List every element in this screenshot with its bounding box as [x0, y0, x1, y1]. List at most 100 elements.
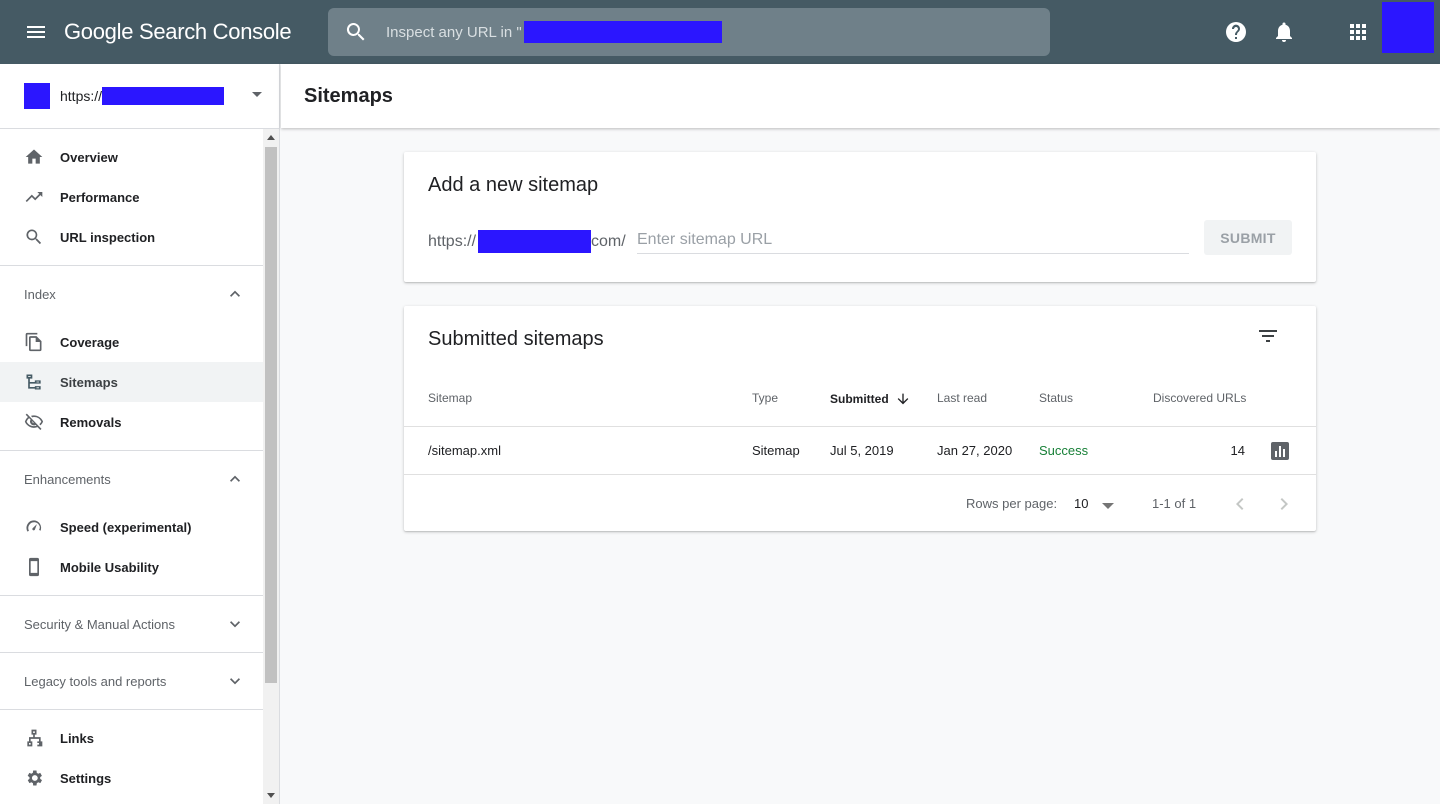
sidebar-item-performance[interactable]: Performance [0, 177, 263, 217]
sidebar-item-label: Speed (experimental) [60, 519, 192, 535]
chevron-down-icon[interactable] [1102, 503, 1114, 509]
nav-group-bottom: Links Settings [0, 710, 263, 804]
hamburger-menu-icon [27, 26, 45, 38]
sidebar-item-removals[interactable]: Removals [0, 402, 263, 442]
search-placeholder-text: Inspect any URL in " [386, 23, 522, 41]
speedometer-icon [26, 520, 42, 532]
rows-per-page-select[interactable]: 10 [1074, 496, 1088, 511]
property-url: https:// [60, 87, 225, 105]
property-dropdown-arrow-icon[interactable] [252, 92, 262, 97]
chevron-right-icon [1280, 498, 1288, 510]
column-header-submitted[interactable]: Submitted [830, 391, 911, 407]
sidebar-item-label: Removals [60, 414, 122, 430]
sidebar-item-settings[interactable]: Settings [0, 758, 263, 798]
sidebar-item-mobile-usability[interactable]: Mobile Usability [0, 547, 263, 587]
sidebar-item-sitemaps[interactable]: Sitemaps [0, 362, 263, 402]
gear-icon [27, 770, 42, 786]
sidebar-item-coverage[interactable]: Coverage [0, 322, 263, 362]
sitemap-prefix-end: com/ [591, 232, 626, 250]
search-placeholder: Inspect any URL in " [386, 21, 722, 43]
help-icon [1226, 22, 1246, 42]
rows-per-page-label: Rows per page: [966, 496, 1058, 511]
sitemap-icon [26, 374, 41, 390]
nav-group-enhancements: Enhancements Speed (experimental) Mobile… [0, 451, 263, 595]
submitted-sitemaps-title: Submitted sitemaps [428, 328, 604, 350]
top-app-bar: Google Search Console Inspect any URL in… [0, 0, 1440, 64]
previous-page-button[interactable] [1228, 492, 1252, 516]
page-header: Sitemaps [281, 64, 1440, 128]
chevron-up-icon [230, 475, 240, 482]
help-button[interactable] [1224, 0, 1248, 64]
sidebar-item-label: Links [60, 730, 94, 746]
section-header-legacy[interactable]: Legacy tools and reports [0, 653, 263, 709]
sitemap-url-input[interactable] [637, 226, 1189, 254]
section-header-index[interactable]: Index [0, 266, 263, 322]
sidebar-item-label: Overview [60, 149, 118, 165]
eye-off-icon [24, 413, 44, 430]
sidebar-nav: Overview Performance URL inspection Inde… [0, 129, 263, 804]
column-header-status[interactable]: Status [1039, 391, 1073, 405]
sidebar-item-url-inspection[interactable]: URL inspection [0, 217, 263, 257]
filter-button[interactable] [1256, 324, 1280, 348]
arrow-down-icon [897, 393, 909, 405]
redacted-property [102, 87, 225, 105]
property-favicon [24, 83, 50, 109]
sitemap-url-prefix: https:// com/ [428, 230, 626, 253]
phone-icon [29, 557, 39, 577]
section-header-enhancements[interactable]: Enhancements [0, 451, 263, 507]
scrollbar-thumb[interactable] [265, 147, 277, 683]
submitted-sitemaps-card: Submitted sitemaps Sitemap Type Submitte… [404, 306, 1316, 531]
section-header-label: Enhancements [24, 471, 111, 487]
sidebar-item-label: Coverage [60, 334, 120, 350]
chevron-up-icon [230, 290, 240, 297]
divider [404, 474, 1316, 475]
section-header-label: Legacy tools and reports [24, 673, 167, 689]
apps-button[interactable] [1346, 0, 1370, 64]
search-icon [346, 23, 365, 41]
cell-submitted: Jul 5, 2019 [830, 443, 894, 458]
cell-discovered-urls: 14 [1230, 443, 1245, 458]
url-inspection-search[interactable]: Inspect any URL in " [328, 8, 1050, 56]
sidebar-item-label: Sitemaps [60, 374, 118, 390]
next-page-button[interactable] [1272, 492, 1296, 516]
sidebar-item-speed[interactable]: Speed (experimental) [0, 507, 263, 547]
sidebar-item-overview[interactable]: Overview [0, 137, 263, 177]
divider [404, 426, 1316, 427]
home-icon [25, 149, 43, 164]
column-header-type[interactable]: Type [752, 391, 778, 405]
app-title[interactable]: Google Search Console [64, 19, 292, 45]
sidebar-item-label: Performance [60, 189, 140, 205]
chevron-left-icon [1236, 498, 1244, 510]
sidebar: https:// Overview Performance URL inspec… [0, 64, 280, 804]
section-header-label: Security & Manual Actions [24, 616, 176, 632]
section-header-label: Index [24, 286, 56, 302]
nav-group-index: Index Coverage Sitemaps Removals [0, 266, 263, 450]
bar-chart-icon[interactable] [1271, 442, 1289, 460]
sidebar-item-links[interactable]: Links [0, 718, 263, 758]
scroll-down-arrow-icon[interactable] [267, 793, 275, 798]
account-avatar[interactable] [1382, 2, 1434, 53]
cell-sitemap: /sitemap.xml [428, 443, 501, 458]
property-selector[interactable]: https:// [0, 64, 279, 129]
column-header-sitemap[interactable]: Sitemap [428, 391, 472, 405]
section-header-security[interactable]: Security & Manual Actions [0, 596, 263, 652]
column-header-discovered-urls[interactable]: Discovered URLs [1153, 391, 1246, 405]
cell-last-read: Jan 27, 2020 [937, 443, 1013, 458]
chevron-down-icon [230, 678, 240, 685]
links-icon [27, 729, 43, 747]
sitemap-prefix-start: https:// [428, 232, 477, 250]
sidebar-item-label: Mobile Usability [60, 559, 159, 575]
notifications-button[interactable] [1272, 0, 1296, 64]
submit-button[interactable]: SUBMIT [1204, 220, 1292, 255]
property-url-prefix: https:// [60, 88, 103, 104]
column-header-last-read[interactable]: Last read [937, 391, 987, 405]
redacted-domain [478, 230, 592, 253]
main-menu-button[interactable] [0, 0, 72, 64]
add-sitemap-card: Add a new sitemap https:// com/ SUBMIT [404, 152, 1316, 282]
add-sitemap-title: Add a new sitemap [428, 174, 599, 196]
trending-up-icon [25, 192, 43, 202]
sidebar-item-label: Settings [60, 770, 112, 786]
sidebar-scrollbar[interactable] [263, 129, 279, 804]
bell-icon [1276, 22, 1292, 42]
scroll-up-arrow-icon[interactable] [267, 135, 275, 140]
